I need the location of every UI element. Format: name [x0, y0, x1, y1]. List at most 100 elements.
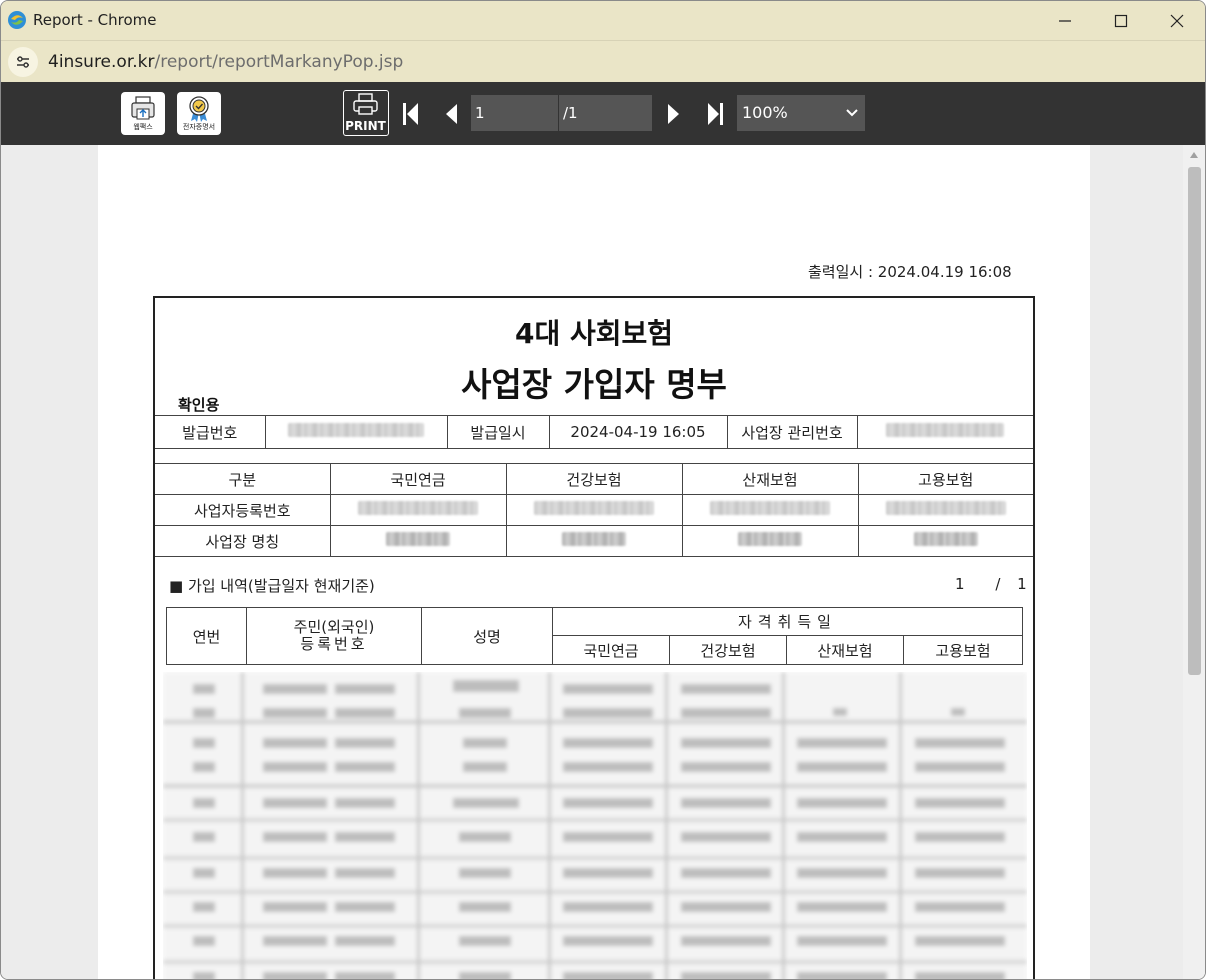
members-subheader-health: 건강보험: [669, 635, 787, 665]
first-page-icon: [403, 103, 418, 125]
close-icon: [1170, 14, 1184, 27]
members-header-id-line2: 등록번호: [300, 635, 368, 653]
business-info-table: 구분 국민연금 건강보험 산재보험 고용보험 사업자등록번호 사업장 명칭: [155, 463, 1033, 557]
tune-icon: [17, 56, 29, 68]
info-row-business-reg-label: 사업자등록번호: [155, 494, 331, 526]
browser-window: Report - Chrome 4insure.or.kr/report/rep…: [0, 0, 1206, 980]
members-header-acquired-date: 자격취득일: [552, 607, 1023, 636]
site-info-button[interactable]: [8, 47, 38, 77]
members-header-id-line1: 주민(외국인): [293, 618, 375, 636]
section-page-current: 1: [955, 575, 965, 593]
e-certificate-button[interactable]: 전자증명서: [177, 92, 221, 135]
zoom-select[interactable]: 100%: [737, 95, 865, 131]
address-bar: 4insure.or.kr/report/reportMarkanyPop.js…: [1, 40, 1205, 82]
e-certificate-label: 전자증명서: [182, 123, 216, 131]
fax-icon: [131, 96, 155, 120]
section-page-indicator: 1 / 1: [955, 575, 1027, 593]
first-page-button[interactable]: [397, 99, 423, 129]
redacted-value: [738, 532, 802, 546]
info-cell: [329, 525, 507, 557]
window-title: Report - Chrome: [33, 11, 157, 29]
webfax-label: 웹팩스: [133, 123, 153, 131]
report-toolbar: 웹팩스 전자증명서 PRINT 1 /1 100%: [1, 82, 1205, 145]
url-text[interactable]: 4insure.or.kr/report/reportMarkanyPop.js…: [48, 52, 403, 72]
members-subheader-accident: 산재보험: [786, 635, 904, 665]
info-cell: [857, 494, 1033, 526]
printer-icon: [353, 93, 378, 115]
minimize-button[interactable]: [1037, 1, 1093, 40]
maximize-icon: [1114, 14, 1128, 27]
issue-info-table: 발급번호 발급일시 2024-04-19 16:05 사업장 관리번호: [155, 415, 1033, 449]
members-table: 연번 주민(외국인) 등록번호 성명 자격취득일 국민연금 건강보험 산재보험 …: [166, 607, 1023, 665]
redacted-value: [885, 501, 1006, 515]
issue-date-label: 발급일시: [446, 415, 550, 449]
last-page-icon: [708, 103, 723, 125]
site-no-label: 사업장 관리번호: [726, 415, 858, 449]
issue-no-value: [264, 415, 448, 449]
info-cell: [681, 525, 859, 557]
url-host: 4insure.or.kr: [48, 52, 155, 72]
scroll-up-arrow-icon[interactable]: [1190, 152, 1198, 158]
zoom-value: 100%: [742, 103, 788, 122]
info-cell: [329, 494, 507, 526]
info-header-category: 구분: [155, 463, 331, 495]
site-no-value: [856, 415, 1033, 449]
report-page: 출력일시 : 2024.04.19 16:08 4대 사회보험 사업장 가입자 …: [98, 145, 1090, 979]
redacted-rows-graphic: [163, 672, 1027, 979]
info-header-pension: 국민연금: [329, 463, 507, 495]
maximize-button[interactable]: [1093, 1, 1149, 40]
close-button[interactable]: [1149, 1, 1205, 40]
title-bar: Report - Chrome: [1, 1, 1205, 40]
prev-page-icon: [446, 104, 457, 124]
print-label: PRINT: [345, 119, 386, 133]
info-header-health: 건강보험: [505, 463, 683, 495]
page-number-input[interactable]: 1: [471, 95, 558, 131]
last-page-button[interactable]: [703, 99, 729, 129]
members-subheader-employment: 고용보험: [903, 635, 1023, 665]
members-header-no: 연번: [166, 607, 247, 665]
info-header-employment: 고용보험: [857, 463, 1033, 495]
redacted-value: [534, 501, 654, 515]
webfax-button[interactable]: 웹팩스: [121, 92, 165, 135]
report-subtitle: 사업장 가입자 명부: [461, 365, 727, 404]
prev-page-button[interactable]: [438, 99, 464, 129]
report-frame: 4대 사회보험 사업장 가입자 명부 확인용 발급번호 발급일시 2024-04…: [153, 296, 1035, 979]
redacted-member-rows: [163, 672, 1027, 979]
redacted-value: [886, 423, 1005, 437]
members-subheader-pension: 국민연금: [552, 635, 670, 665]
info-cell: [857, 525, 1033, 557]
members-header-name: 성명: [421, 607, 553, 665]
section-page-sep: /: [995, 575, 1001, 593]
members-header-id: 주민(외국인) 등록번호: [246, 607, 422, 665]
chevron-down-icon: [845, 95, 859, 144]
vertical-scrollbar[interactable]: [1183, 145, 1205, 979]
issue-no-label: 발급번호: [155, 415, 266, 449]
redacted-value: [710, 501, 830, 515]
next-page-icon: [668, 104, 679, 124]
report-viewer: 출력일시 : 2024.04.19 16:08 4대 사회보험 사업장 가입자 …: [1, 145, 1205, 979]
scrollbar-thumb[interactable]: [1188, 167, 1201, 675]
section-title: ■ 가입 내역(발급일자 현재기준): [169, 577, 375, 595]
info-cell: [505, 525, 683, 557]
certificate-badge-icon: [189, 96, 209, 122]
confirm-label: 확인용: [178, 396, 220, 414]
redacted-value: [562, 532, 626, 546]
issue-date-value: 2024-04-19 16:05: [548, 415, 728, 449]
print-button[interactable]: PRINT: [343, 90, 389, 136]
minimize-icon: [1059, 19, 1071, 22]
info-header-accident: 산재보험: [681, 463, 859, 495]
redacted-value: [913, 532, 978, 546]
redacted-value: [288, 423, 424, 437]
next-page-button[interactable]: [661, 99, 687, 129]
report-title: 4대 사회보험: [514, 317, 674, 350]
app-swirl-icon: [7, 10, 27, 30]
info-cell: [505, 494, 683, 526]
url-path: /report/reportMarkanyPop.jsp: [154, 52, 404, 72]
redacted-value: [386, 532, 450, 546]
info-cell: [681, 494, 859, 526]
redacted-value: [358, 501, 478, 515]
section-page-total: 1: [1017, 575, 1027, 593]
page-total: /1: [559, 95, 652, 131]
print-datetime: 출력일시 : 2024.04.19 16:08: [808, 263, 1012, 281]
info-row-site-name-label: 사업장 명칭: [155, 525, 331, 557]
